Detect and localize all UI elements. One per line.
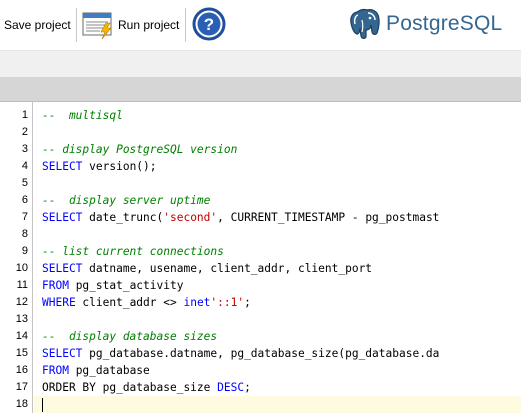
code-token-plain: pg_database bbox=[68, 364, 150, 377]
help-icon: ? bbox=[192, 7, 226, 45]
code-token-keyword: SELECT bbox=[42, 160, 83, 173]
code-token-plain: ; bbox=[244, 381, 251, 394]
run-project-label: Run project bbox=[118, 18, 180, 32]
line-number: 18 bbox=[15, 398, 28, 410]
current-line-highlight bbox=[34, 396, 521, 413]
line-number: 10 bbox=[15, 262, 28, 274]
help-button[interactable]: ? bbox=[192, 7, 226, 41]
code-token-plain: ; bbox=[244, 296, 251, 309]
code-line: WHERE client_addr <> inet'::1'; bbox=[42, 294, 251, 311]
postgresql-elephant-icon bbox=[348, 6, 382, 42]
toolbar-separator bbox=[185, 8, 186, 42]
toolbar: Save project Run project ? PostgreSQL bbox=[0, 0, 521, 50]
code-token-comment: -- multisql bbox=[42, 109, 123, 122]
code-token-plain: , CURRENT_TIMESTAMP - pg_postmast bbox=[217, 211, 440, 224]
code-token-comment: -- display server uptime bbox=[42, 194, 211, 207]
sql-editor[interactable]: 1 2 3 4 5 6 7 8 9 10 11 12 13 14 15 16 17 18 -- multisql -… bbox=[0, 101, 521, 413]
postgresql-logo-text: PostgreSQL bbox=[386, 12, 503, 35]
code-line: SELECT version(); bbox=[42, 158, 157, 175]
code-token-string: '::1' bbox=[210, 296, 245, 309]
editor-header-bar bbox=[0, 77, 521, 101]
line-number-gutter: 1 2 3 4 5 6 7 8 9 10 11 12 13 14 15 16 17 18 bbox=[0, 102, 33, 413]
code-token-keyword: SELECT bbox=[42, 211, 83, 224]
code-token-keyword: inet bbox=[183, 296, 211, 309]
run-project-icon bbox=[82, 10, 116, 40]
code-line: -- display server uptime bbox=[42, 192, 210, 209]
line-number: 16 bbox=[15, 364, 28, 376]
postgresql-logo: PostgreSQL bbox=[348, 4, 502, 44]
code-line: ORDER BY pg_database_size DESC; bbox=[42, 379, 251, 396]
line-number: 2 bbox=[21, 126, 28, 138]
code-token-plain: ORDER BY pg_database_size bbox=[42, 381, 218, 394]
toolbar-separator bbox=[76, 8, 77, 42]
code-token-keyword: FROM bbox=[42, 279, 69, 292]
code-token-plain: client_addr <> bbox=[75, 296, 184, 309]
code-token-keyword: SELECT bbox=[42, 262, 83, 275]
line-number: 3 bbox=[21, 143, 28, 155]
code-area[interactable]: -- multisql -- display PostgreSQL version… bbox=[34, 102, 521, 413]
code-token-comment: -- display PostgreSQL version bbox=[42, 143, 238, 156]
line-number: 9 bbox=[21, 245, 28, 257]
line-number: 7 bbox=[21, 211, 28, 223]
code-token-keyword: DESC bbox=[217, 381, 245, 394]
code-line: -- list current connections bbox=[42, 243, 224, 260]
code-line: -- display PostgreSQL version bbox=[42, 141, 237, 158]
code-token-keyword: FROM bbox=[42, 364, 69, 377]
code-token-keyword: SELECT bbox=[42, 347, 83, 360]
code-line: FROM pg_stat_activity bbox=[42, 277, 183, 294]
line-number: 1 bbox=[21, 109, 28, 121]
line-number: 15 bbox=[15, 347, 28, 359]
line-number: 4 bbox=[21, 160, 28, 172]
code-line: -- display database sizes bbox=[42, 328, 217, 345]
code-token-keyword: WHERE bbox=[42, 296, 76, 309]
line-number: 14 bbox=[15, 330, 28, 342]
code-token-plain: pg_stat_activity bbox=[68, 279, 184, 292]
svg-text:?: ? bbox=[204, 15, 214, 34]
run-project-button[interactable]: Run project bbox=[82, 0, 179, 50]
line-number: 6 bbox=[21, 194, 28, 206]
line-number: 5 bbox=[21, 177, 28, 189]
save-project-button[interactable]: Save project bbox=[4, 0, 71, 50]
line-number: 8 bbox=[21, 228, 28, 240]
code-token-comment: -- list current connections bbox=[42, 245, 224, 258]
code-token-comment: -- display database sizes bbox=[42, 330, 218, 343]
code-token-plain: date_trunc( bbox=[82, 211, 164, 224]
text-caret bbox=[42, 398, 43, 412]
code-line: SELECT pg_database.datname, pg_database_… bbox=[42, 345, 439, 362]
line-number: 11 bbox=[16, 279, 28, 291]
code-line: SELECT datname, usename, client_addr, cl… bbox=[42, 260, 372, 277]
code-token-string: 'second' bbox=[163, 211, 218, 224]
code-token-plain: version(); bbox=[82, 160, 157, 173]
line-number: 17 bbox=[15, 381, 28, 393]
save-project-label: Save project bbox=[4, 18, 71, 32]
code-line: FROM pg_database bbox=[42, 362, 150, 379]
code-token-plain: datname, usename, client_addr, client_po… bbox=[82, 262, 373, 275]
code-line: SELECT date_trunc('second', CURRENT_TIME… bbox=[42, 209, 439, 226]
code-line: -- multisql bbox=[42, 107, 123, 124]
code-token-plain: pg_database.datname, pg_database_size(pg… bbox=[82, 347, 440, 360]
toolbar-panel bbox=[0, 50, 521, 77]
line-number: 12 bbox=[15, 296, 28, 308]
line-number: 13 bbox=[15, 313, 28, 325]
